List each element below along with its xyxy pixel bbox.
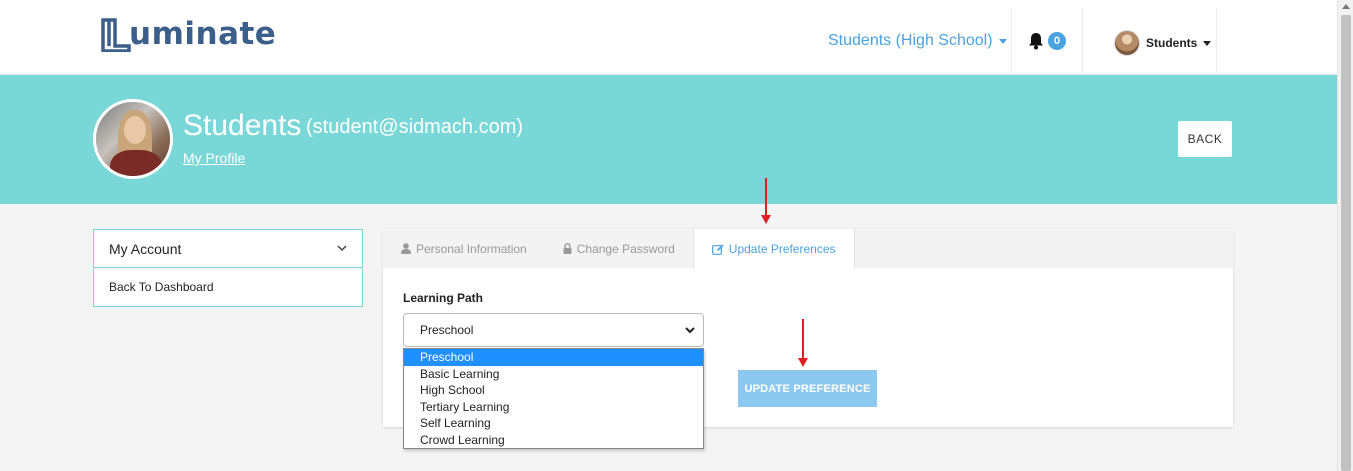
learning-path-value: Preschool	[420, 323, 474, 337]
chevron-down-icon	[685, 326, 695, 333]
option-high-school[interactable]: High School	[404, 382, 703, 399]
learning-path-label: Learning Path	[403, 291, 484, 305]
notification-count-badge: 0	[1048, 32, 1066, 50]
option-crowd-learning[interactable]: Crowd Learning	[404, 432, 703, 449]
tab-update-preferences[interactable]: Update Preferences	[692, 229, 855, 269]
user-name: Students	[1146, 36, 1198, 50]
profile-avatar	[93, 99, 173, 179]
profile-banner: Students (student@sidmach.com) My Profil…	[0, 75, 1337, 204]
annotation-arrow-icon	[798, 319, 808, 367]
option-preschool[interactable]: Preschool	[404, 349, 703, 366]
chevron-down-icon	[998, 38, 1007, 44]
option-basic-learning[interactable]: Basic Learning	[404, 366, 703, 383]
user-icon	[401, 243, 411, 254]
tab-label: Update Preferences	[728, 242, 836, 256]
avatar	[1114, 30, 1140, 56]
tab-bar: Personal Information Change Password Upd…	[383, 229, 1233, 269]
user-menu-dropdown[interactable]: Students	[1114, 30, 1212, 56]
tab-label: Change Password	[576, 241, 675, 256]
edit-icon	[711, 244, 724, 255]
top-navbar: uminate Students (High School) 0 Student…	[0, 0, 1337, 75]
profile-email: (student@sidmach.com)	[306, 116, 524, 138]
sidebar-item-back-to-dashboard[interactable]: Back To Dashboard	[94, 268, 362, 306]
nav-divider	[1011, 8, 1012, 72]
scrollbar-thumb[interactable]	[1341, 15, 1351, 471]
nav-divider	[1216, 8, 1217, 72]
my-profile-link[interactable]: My Profile	[183, 150, 245, 166]
chevron-down-icon	[337, 245, 347, 252]
account-sidebar: My Account Back To Dashboard	[93, 229, 363, 307]
tab-personal-information[interactable]: Personal Information	[383, 229, 545, 268]
annotation-arrow-icon	[761, 178, 771, 224]
notifications-button[interactable]: 0	[1028, 32, 1066, 50]
chevron-down-icon	[1203, 40, 1212, 46]
tab-change-password[interactable]: Change Password	[545, 229, 693, 268]
lock-icon	[563, 243, 572, 254]
option-tertiary-learning[interactable]: Tertiary Learning	[404, 399, 703, 416]
nav-divider	[1082, 8, 1083, 72]
role-switch-dropdown[interactable]: Students (High School)	[828, 32, 1007, 50]
learning-path-options-list: Preschool Basic Learning High School Ter…	[403, 348, 704, 449]
profile-name: Students	[183, 109, 302, 142]
sidebar-title: My Account	[109, 240, 182, 257]
logo-mark-icon	[101, 18, 131, 52]
update-preference-button[interactable]: UPDATE PREFERENCE	[738, 370, 877, 407]
learning-path-select[interactable]: Preschool	[403, 313, 704, 347]
sidebar-toggle-my-account[interactable]: My Account	[94, 230, 362, 268]
page-scrollbar[interactable]	[1337, 0, 1353, 471]
tab-label: Personal Information	[416, 241, 527, 256]
sidebar-item-label: Back To Dashboard	[109, 280, 214, 294]
logo-text: uminate	[129, 16, 277, 52]
role-switch-label: Students (High School)	[828, 32, 993, 49]
bell-icon	[1029, 33, 1043, 50]
luminate-logo[interactable]: uminate	[101, 14, 276, 54]
option-self-learning[interactable]: Self Learning	[404, 415, 703, 432]
back-button[interactable]: BACK	[1178, 121, 1232, 157]
scroll-up-arrow-icon[interactable]	[1342, 4, 1350, 9]
